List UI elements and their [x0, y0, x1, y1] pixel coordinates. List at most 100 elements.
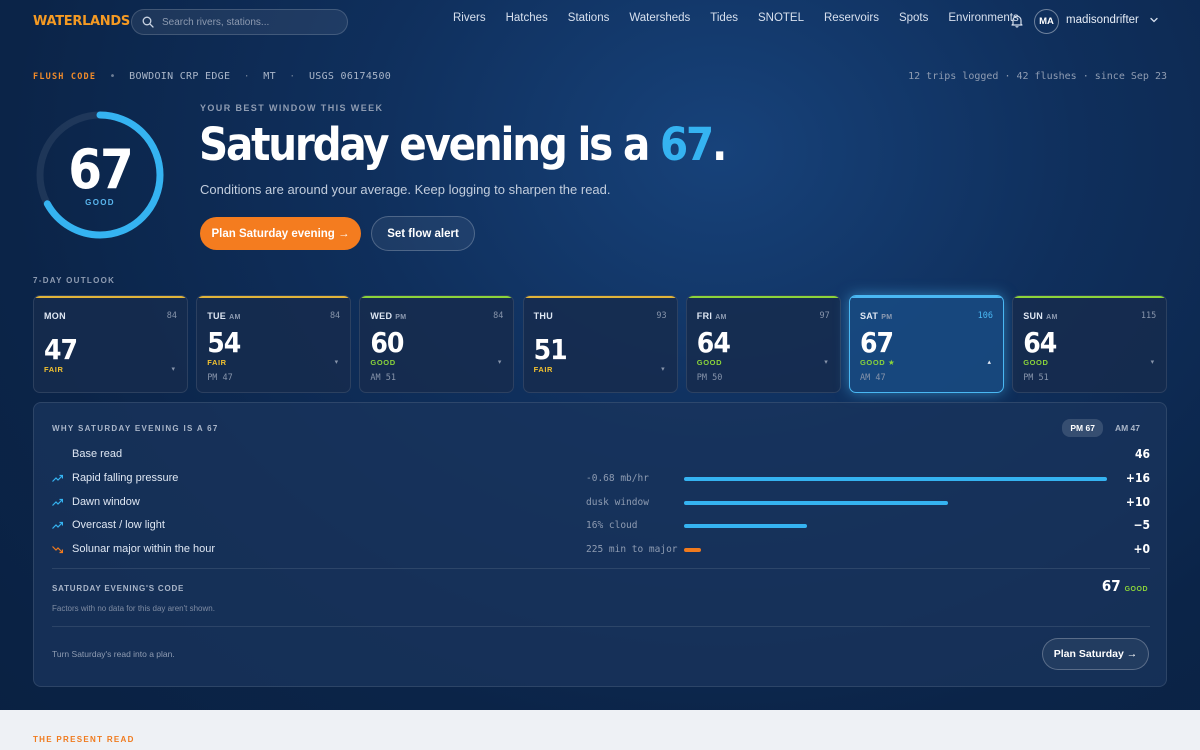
- factor-value: +0: [1133, 542, 1150, 557]
- location-gauge: USGS 06174500: [308, 71, 392, 82]
- factor-label: Base read: [72, 448, 123, 460]
- day-cards: MON 84 47 FAIR ▾ TUE AM 84 54 FAIR PM 47 ▾ WED PM 84 60…: [33, 295, 1168, 393]
- expand-caret-icon[interactable]: ▾: [171, 365, 175, 373]
- factor-bar: [684, 476, 1107, 481]
- search-input[interactable]: [162, 16, 332, 28]
- day-card-thu[interactable]: THU 93 51 FAIR ▾: [522, 295, 678, 393]
- flush-code-label: FLUSH CODE: [33, 72, 97, 82]
- day-score: 60: [370, 326, 404, 359]
- day-accent-bar: [523, 296, 677, 298]
- toggle-am[interactable]: AM 47: [1107, 419, 1148, 437]
- search-box[interactable]: [131, 9, 348, 35]
- nav-link-snotel[interactable]: SNOTEL: [758, 12, 804, 24]
- factor-value: +16: [1125, 470, 1150, 485]
- factor-bar-track: [684, 548, 1107, 553]
- day-accent-bar: [1013, 296, 1167, 298]
- day-flow: 84: [493, 311, 504, 321]
- day-card-sat[interactable]: SAT PM 106 67 GOOD ★ AM 47 ▴: [849, 295, 1004, 393]
- day-score: 64: [696, 326, 731, 359]
- divider: [52, 568, 1150, 569]
- day-name: SAT PM: [860, 311, 893, 321]
- day-name: TUE AM: [207, 311, 241, 321]
- trend-up-icon: [52, 474, 63, 482]
- day-flow: 106: [977, 311, 993, 321]
- day-accent-bar: [686, 296, 840, 298]
- factor-value: +10: [1125, 494, 1150, 509]
- factor-label: Overcast / low light: [72, 519, 165, 532]
- present-read-label: THE PRESENT READ: [33, 735, 135, 744]
- day-accent-bar: [360, 296, 514, 298]
- day-card-fri[interactable]: FRI AM 97 64 GOOD PM 50 ▾: [685, 295, 841, 393]
- hero-kicker: YOUR BEST WINDOW THIS WEEK: [200, 103, 384, 113]
- nav-link-reservoirs[interactable]: Reservoirs: [824, 12, 879, 24]
- expand-caret-icon[interactable]: ▾: [661, 365, 665, 373]
- factor-row: Base read 46: [52, 447, 1150, 463]
- day-rating: GOOD ★: [860, 358, 896, 367]
- divider: [52, 626, 1150, 627]
- expand-caret-icon[interactable]: ▾: [1151, 358, 1155, 366]
- expand-caret-icon[interactable]: ▾: [335, 358, 339, 366]
- nav-link-hatches[interactable]: Hatches: [506, 12, 548, 24]
- nav-link-rivers[interactable]: Rivers: [453, 12, 486, 24]
- day-accent-bar: [34, 296, 187, 298]
- plan-saturday-button[interactable]: Plan Saturday →: [1042, 638, 1149, 670]
- logo[interactable]: WATERLANDS: [33, 14, 130, 29]
- score-value: 67: [68, 138, 134, 201]
- factor-row: Overcast / low light 16% cloud −5: [52, 518, 1150, 534]
- nav-link-stations[interactable]: Stations: [568, 12, 610, 24]
- day-rating: GOOD: [1023, 358, 1049, 367]
- day-alt-period: AM 47: [860, 373, 886, 383]
- score-rating: GOOD: [85, 198, 115, 207]
- factor-metric: 16% cloud: [586, 520, 638, 532]
- set-flow-alert-button[interactable]: Set flow alert: [371, 216, 475, 251]
- day-card-mon[interactable]: MON 84 47 FAIR ▾: [33, 295, 188, 393]
- chevron-down-icon[interactable]: [1149, 15, 1159, 25]
- factor-value: 46: [1134, 447, 1150, 461]
- factor-row: Rapid falling pressure -0.68 mb/hr +16: [52, 471, 1150, 487]
- headline-score: 67: [659, 118, 714, 171]
- day-accent-bar: [197, 296, 351, 298]
- factor-label: Solunar major within the hour: [72, 543, 216, 556]
- day-card-tue[interactable]: TUE AM 84 54 FAIR PM 47 ▾: [196, 295, 352, 393]
- plan-note: Turn Saturday's read into a plan.: [52, 649, 175, 659]
- day-rating: FAIR: [533, 365, 554, 374]
- expand-caret-icon[interactable]: ▴: [987, 358, 991, 366]
- factor-value: −5: [1133, 518, 1150, 533]
- factor-bar: [684, 524, 807, 529]
- day-name: SUN AM: [1023, 311, 1058, 321]
- nav-link-tides[interactable]: Tides: [710, 12, 738, 24]
- day-flow: 84: [329, 311, 341, 321]
- location-name: BOWDOIN CRP EDGE: [129, 71, 231, 82]
- toggle-pm[interactable]: PM 67: [1062, 419, 1103, 437]
- day-name: WED PM: [370, 311, 407, 321]
- period-toggle: PM 67 AM 47: [1062, 419, 1148, 437]
- bell-icon[interactable]: [1010, 14, 1024, 28]
- factor-metric: 225 min to major: [586, 544, 678, 556]
- day-rating: FAIR: [44, 365, 64, 374]
- day-flow: 115: [1140, 311, 1157, 321]
- top-nav: WATERLANDS Rivers Hatches Stations Watershe…: [0, 0, 1200, 44]
- trend-up-icon: [52, 498, 63, 506]
- breakdown-title: WHY SATURDAY EVENING IS A 67: [52, 424, 219, 433]
- day-accent-bar: [850, 296, 1003, 298]
- location-state: MT: [263, 71, 276, 82]
- plan-saturday-evening-button[interactable]: Plan Saturday evening →: [200, 217, 361, 250]
- factor-metric: -0.68 mb/hr: [586, 472, 649, 484]
- nav-link-environments[interactable]: Environments: [948, 12, 1018, 24]
- factor-label: Dawn window: [72, 495, 140, 508]
- day-score: 47: [44, 333, 78, 366]
- day-rating: GOOD: [370, 358, 396, 367]
- nav-link-watersheds[interactable]: Watersheds: [629, 12, 690, 24]
- avatar[interactable]: MA: [1034, 9, 1059, 34]
- username[interactable]: madisondrifter: [1066, 14, 1139, 26]
- day-card-sun[interactable]: SUN AM 115 64 GOOD PM 51 ▾: [1012, 295, 1168, 393]
- expand-caret-icon[interactable]: ▾: [498, 358, 502, 366]
- day-card-wed[interactable]: WED PM 84 60 GOOD AM 51 ▾: [359, 295, 515, 393]
- code-note: Factors with no data for this day aren't…: [52, 604, 215, 613]
- day-score: 51: [533, 333, 568, 366]
- code-rating: GOOD: [1124, 586, 1148, 593]
- expand-caret-icon[interactable]: ▾: [824, 358, 828, 366]
- day-score: 64: [1023, 326, 1057, 359]
- day-name: FRI AM: [696, 311, 727, 321]
- nav-link-spots[interactable]: Spots: [899, 12, 928, 24]
